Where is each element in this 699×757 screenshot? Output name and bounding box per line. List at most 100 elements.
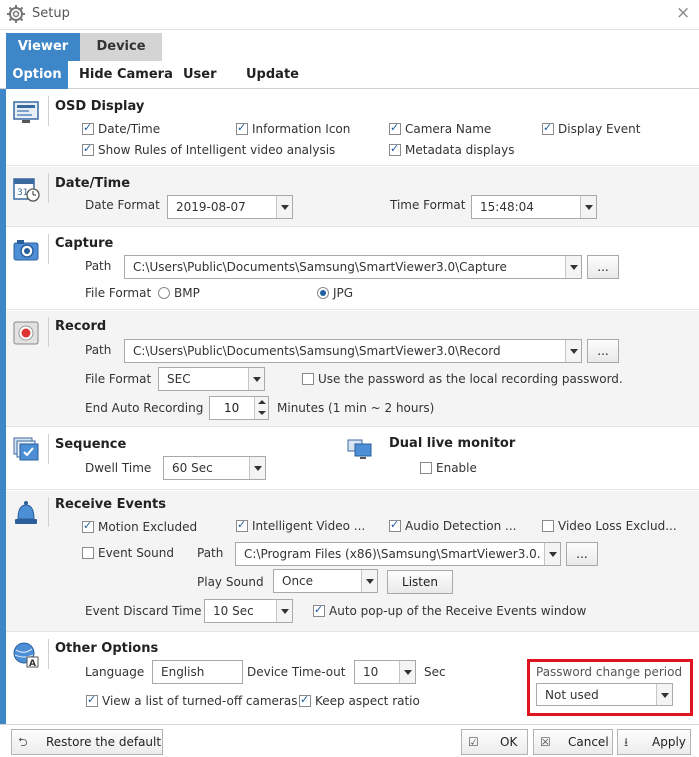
highlight-box: Password change period Not used [527,659,693,716]
chevron-down-icon [565,256,581,278]
checkbox-label: Show Rules of Intelligent video analysis [98,143,336,157]
checkbox-keep-aspect-ratio[interactable] [299,693,311,707]
stepper-up-icon[interactable] [254,397,268,408]
gear-icon [7,5,25,23]
file-format-label: File Format [85,286,152,300]
language-field[interactable]: English [152,660,243,684]
tab-update[interactable]: Update [246,61,299,89]
chevron-down-icon [565,340,581,362]
record-path-dropdown[interactable]: C:\Users\Public\Documents\Samsung\SmartV… [124,339,582,363]
checkbox-label: Intelligent Video ... [252,519,366,533]
device-timeout-dropdown[interactable]: 10 [354,660,416,684]
end-auto-recording-stepper[interactable]: 10 [209,396,269,420]
dropdown-value: 15:48:04 [480,200,534,214]
play-sound-dropdown[interactable]: Once [273,569,378,593]
svg-text:A: A [29,659,36,669]
section-title: Sequence [55,437,127,452]
tab-device[interactable]: Device [80,33,162,61]
event-sound-browse-button[interactable]: ... [566,542,598,566]
checkbox-date-time[interactable] [82,121,94,135]
button-label: Restore the default [46,735,162,749]
sub-tabs: Option Hide Camera User Update [0,61,699,89]
ok-button[interactable]: ☑ OK [461,729,528,755]
section-divider [48,434,49,464]
checkbox-view-turned-off-cameras[interactable] [86,693,98,707]
play-sound-label: Play Sound [197,575,264,589]
path-label: Path [85,259,112,273]
checkbox-display-event[interactable] [542,121,554,135]
section-title: Capture [55,236,114,251]
button-label: Cancel [568,735,609,749]
close-icon[interactable]: × [676,3,690,23]
dwell-time-label: Dwell Time [85,461,152,475]
chevron-down-icon [249,457,265,479]
alarm-bell-icon [15,501,37,524]
record-browse-button[interactable]: ... [587,339,619,363]
checkbox-intelligent-video[interactable] [236,518,248,532]
sequence-section: Sequence Dwell Time 60 Sec Dual live mon… [6,428,699,490]
tab-option[interactable]: Option [6,61,68,89]
checkbox-event-sound[interactable] [82,547,94,559]
radio-bmp[interactable] [158,287,170,299]
chevron-down-icon [361,570,377,592]
event-sound-path-dropdown[interactable]: C:\Program Files (x86)\Samsung\SmartView… [235,542,561,566]
record-section: Record Path C:\Users\Public\Documents\Sa… [6,311,699,427]
stepper-value: 10 [224,401,240,415]
osd-display-section: OSD Display Date/Time Information Icon C… [6,90,699,166]
tab-user[interactable]: User [183,61,217,89]
event-discard-time-dropdown[interactable]: 10 Sec [204,599,293,623]
section-divider [48,234,49,264]
record-file-format-dropdown[interactable]: SEC [158,367,265,391]
capture-path-dropdown[interactable]: C:\Users\Public\Documents\Samsung\SmartV… [124,255,582,279]
date-format-dropdown[interactable]: 2019-08-07 [167,195,293,219]
stepper-down-icon[interactable] [254,408,268,419]
checkbox-audio-detection[interactable] [389,518,401,532]
checkbox-label: Auto pop-up of the Receive Events window [329,604,587,618]
checkbox-auto-popup[interactable] [313,603,325,617]
chevron-down-icon [399,661,415,683]
password-change-period-dropdown[interactable]: Not used [536,683,673,706]
camera-icon [13,240,39,261]
button-label: OK [500,735,518,749]
section-title: Other Options [55,641,159,656]
check-icon: ☑ [468,735,479,749]
dropdown-value: Not used [545,688,599,702]
dwell-time-dropdown[interactable]: 60 Sec [163,456,266,480]
radio-label: JPG [333,286,354,300]
checkbox-local-recording-password[interactable] [302,373,314,385]
tab-hide-camera[interactable]: Hide Camera [79,61,173,89]
checkbox-metadata-displays[interactable] [389,142,401,156]
apply-button[interactable]: ⭳ Apply [617,729,691,755]
section-divider [48,173,49,203]
dual-monitor-title: Dual live monitor [389,436,516,451]
capture-section: Capture Path C:\Users\Public\Documents\S… [6,228,699,310]
main-tabs: Viewer Device [0,33,699,61]
listen-button[interactable]: Listen [387,570,453,594]
end-auto-recording-label: End Auto Recording [85,401,204,415]
path-label: Path [197,546,224,560]
title-bar: Setup × [0,0,699,30]
radio-label: BMP [174,286,200,300]
checkbox-motion-excluded[interactable] [82,519,94,533]
capture-browse-button[interactable]: ... [587,255,619,279]
cancel-button[interactable]: ☒ Cancel [533,729,613,755]
checkbox-enable-dual-monitor[interactable] [420,462,432,474]
dropdown-value: 60 Sec [172,461,213,475]
checkbox-label: Video Loss Exclud... [558,519,677,533]
section-title: Record [55,319,107,334]
dropdown-value: C:\Users\Public\Documents\Samsung\SmartV… [133,344,501,358]
path-label: Path [85,343,112,357]
checkbox-camera-name[interactable] [389,121,401,135]
restore-default-button[interactable]: ⮌ Restore the default [11,729,163,755]
checkbox-label: Display Event [558,122,641,136]
checkbox-video-loss-excluded[interactable] [542,520,554,532]
checkbox-information-icon[interactable] [236,121,248,135]
checkbox-show-rules[interactable] [82,142,94,156]
dropdown-value: Once [282,574,314,588]
radio-jpg[interactable] [317,287,329,299]
record-icon [13,321,39,345]
checkbox-label: Camera Name [405,122,492,136]
time-format-dropdown[interactable]: 15:48:04 [471,195,597,219]
tab-viewer[interactable]: Viewer [6,33,80,61]
dual-monitor-icon [347,439,372,459]
